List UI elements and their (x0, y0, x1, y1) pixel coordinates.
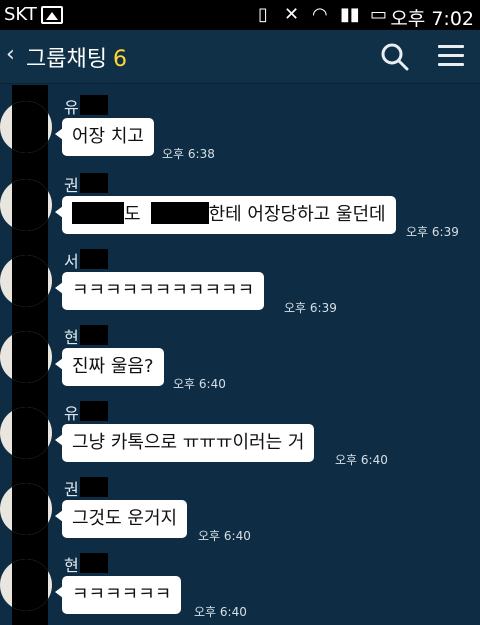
phone-icon: ▯ (258, 4, 268, 25)
message-bubble[interactable]: ㅋㅋㅋㅋㅋㅋㅋㅋㅋㅋㅋ (54, 272, 265, 310)
chat-area[interactable]: 유 어장 치고 오후 6:38 권 도 한테 어장당하고 울던데 오후 6:39 … (0, 85, 480, 625)
message-time: 오후 6:40 (194, 605, 247, 619)
wifi-icon: ◠ (312, 4, 328, 25)
censored-text (150, 202, 209, 224)
sender-name: 권 (64, 176, 79, 195)
search-icon[interactable] (380, 42, 410, 72)
sender-name: 서 (64, 252, 79, 271)
message-text-part: 도 (124, 204, 141, 225)
message-bubble[interactable]: ㅋㅋㅋㅋㅋㅋ (54, 576, 182, 614)
message-time: 오후 6:39 (406, 225, 459, 239)
avatar[interactable] (0, 483, 52, 535)
message-bubble[interactable]: 그냥 카톡으로 ㅠㅠㅠ이러는 거 (54, 424, 315, 462)
message-time: 오후 6:40 (198, 529, 251, 543)
sender-name: 유 (64, 98, 79, 117)
menu-icon[interactable] (438, 45, 464, 69)
message-bubble[interactable]: 도 한테 어장당하고 울던데 (55, 196, 396, 234)
sender-name: 유 (64, 404, 79, 423)
message-time: 오후 6:40 (173, 377, 226, 391)
name-censor-bar (80, 477, 108, 497)
gallery-notification-icon (41, 6, 63, 24)
name-censor-bar (80, 325, 108, 345)
message-bubble[interactable]: 그것도 운거지 (54, 500, 188, 538)
back-icon[interactable]: ‹ (6, 42, 15, 67)
status-time: 오후 7:02 (390, 8, 474, 30)
avatar[interactable] (0, 255, 52, 307)
censored-text (72, 202, 124, 224)
mute-icon: ✕ (284, 4, 300, 25)
avatar[interactable] (0, 101, 52, 153)
name-censor-bar (80, 553, 108, 573)
name-censor-bar (80, 173, 108, 193)
status-bar: SKT ▯ ✕ ◠ ▮▮ ▭ 오후 7:02 (0, 0, 480, 30)
message-time: 오후 6:39 (284, 301, 337, 315)
avatar[interactable] (0, 559, 52, 611)
message-time: 오후 6:38 (162, 147, 215, 161)
battery-icon: ▭ (370, 4, 388, 25)
member-count: 6 (112, 47, 127, 72)
message-bubble[interactable]: 어장 치고 (55, 118, 154, 156)
avatar[interactable] (0, 179, 52, 231)
signal-icon: ▮▮ (340, 4, 360, 25)
chat-header: ‹ 그룹채팅 6 (0, 30, 480, 84)
name-censor-bar (80, 95, 108, 115)
sender-name: 권 (64, 480, 79, 499)
avatar[interactable] (0, 407, 52, 459)
carrier-label: SKT (4, 4, 37, 25)
message-time: 오후 6:40 (335, 453, 388, 467)
avatar[interactable] (0, 331, 52, 383)
chat-title-text: 그룹채팅 (26, 47, 107, 72)
name-censor-bar (80, 401, 108, 421)
sender-name: 현 (64, 556, 79, 575)
sender-name: 현 (64, 328, 79, 347)
name-censor-bar (80, 249, 108, 269)
message-text-part: 한테 어장당하고 울던데 (208, 204, 386, 225)
chat-title[interactable]: 그룹채팅 6 (26, 41, 127, 73)
message-bubble[interactable]: 진짜 울음? (55, 348, 164, 386)
